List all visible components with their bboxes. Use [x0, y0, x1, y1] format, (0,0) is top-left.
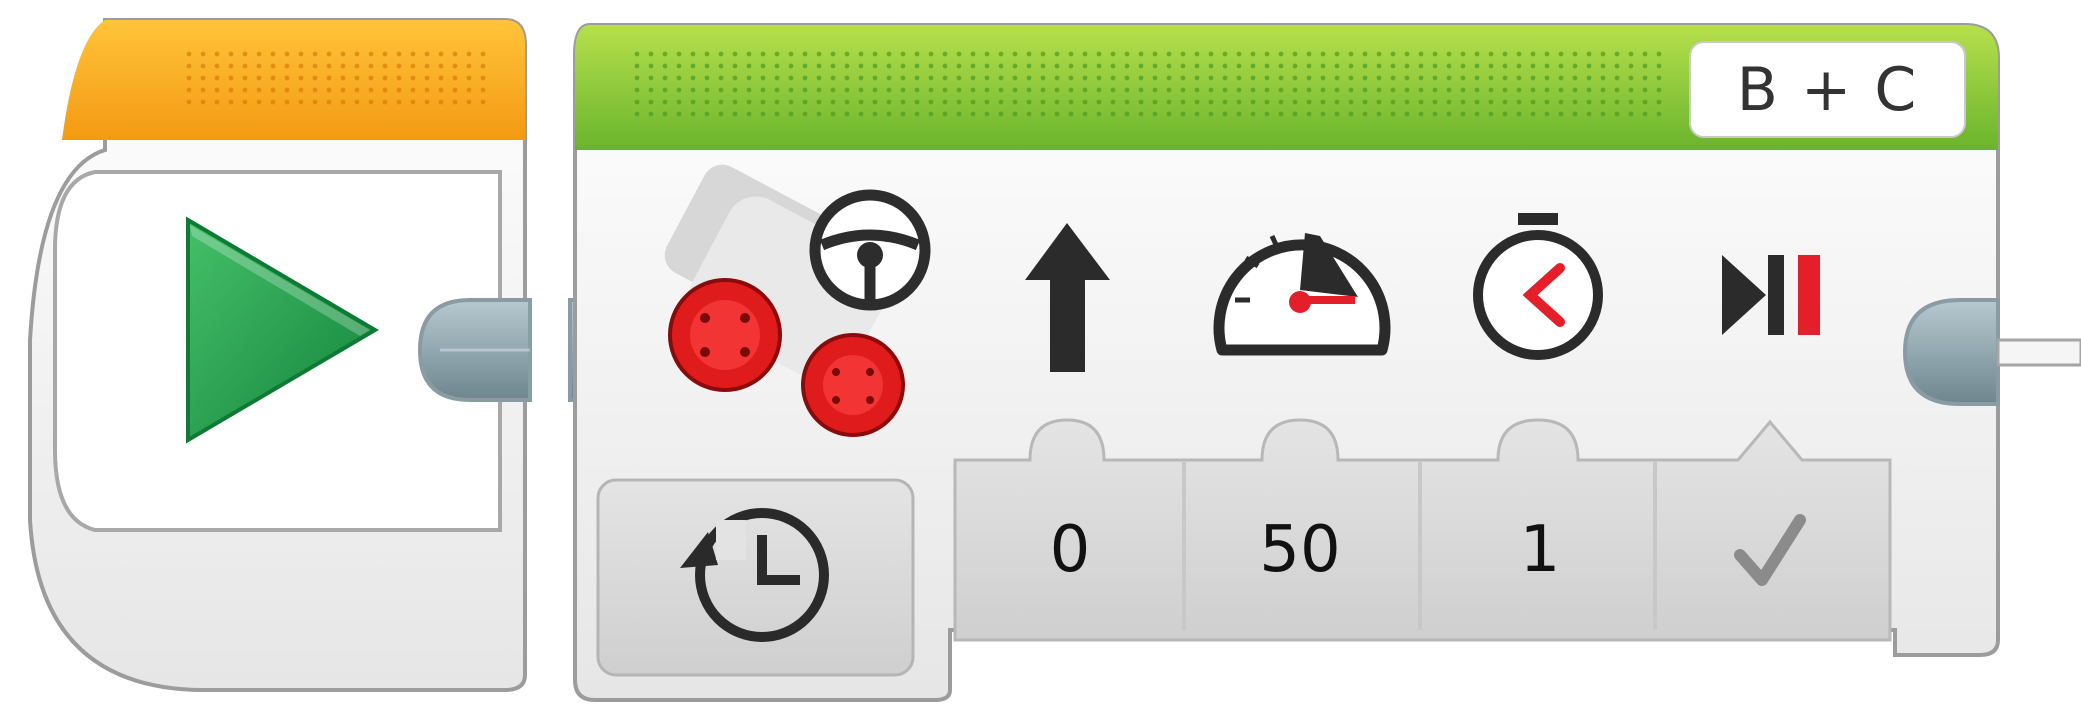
sequence-connector-right[interactable] — [1902, 298, 2081, 406]
seconds-value[interactable]: 1 — [1470, 500, 1610, 600]
move-tank-grip — [630, 50, 1670, 120]
start-block-grip — [180, 45, 490, 105]
mode-selector-button[interactable] — [596, 478, 915, 677]
steering-wheel-icon — [809, 189, 931, 311]
power-value[interactable]: 50 — [1230, 500, 1370, 600]
steering-value[interactable]: 0 — [1000, 500, 1140, 600]
port-label[interactable]: B + C — [1690, 42, 1965, 137]
sequence-connector-out[interactable] — [417, 298, 532, 402]
